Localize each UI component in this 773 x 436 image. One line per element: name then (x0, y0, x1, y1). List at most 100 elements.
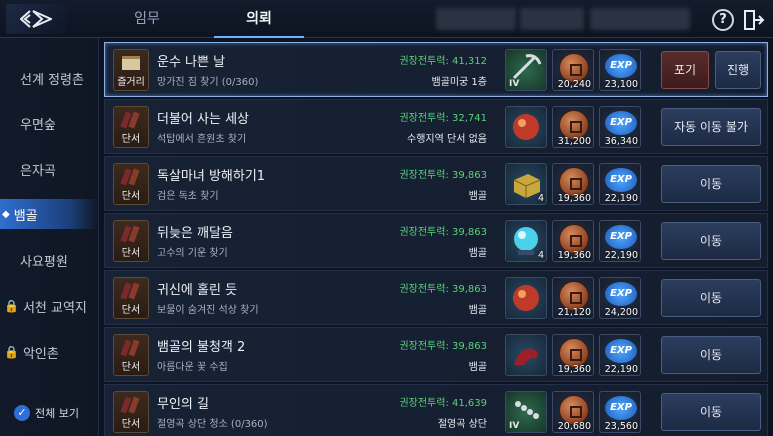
sidebar-item-region-active[interactable]: ◆ 뱀골 (0, 199, 99, 229)
scroll-icon (122, 56, 140, 70)
recommended-power: 권장전투력: 39,863 (399, 341, 487, 352)
clue-scrolls-icon (120, 396, 140, 414)
quest-row[interactable]: 단서 더불어 사는 세상 석탑에서 흔원초 찾기 권장전투력: 32,741 수… (104, 99, 768, 154)
clue-scrolls-icon (120, 225, 140, 243)
reward-coin[interactable]: 31,200 (552, 106, 594, 148)
reward-coin[interactable]: 20,680 (552, 391, 594, 433)
reward-coin[interactable]: 19,360 (552, 163, 594, 205)
move-button[interactable]: 이동 (661, 279, 761, 317)
reward-coin[interactable]: 19,360 (552, 334, 594, 376)
sidebar-item-label: 우면숲 (20, 117, 56, 133)
reward-coin[interactable]: 20,240 (552, 49, 594, 91)
reward-item[interactable]: IV (505, 49, 547, 91)
show-all-toggle[interactable]: ✓ 전체 보기 (14, 405, 79, 421)
sidebar-item-region-locked[interactable]: 🔒 서천 교역지 (0, 291, 99, 321)
reward-item[interactable]: 4 (505, 163, 547, 205)
lock-icon: 🔒 (4, 345, 19, 359)
exp-amount: 22,190 (604, 250, 638, 261)
sidebar-item-region[interactable]: 사요평원 (0, 245, 99, 275)
reward-exp[interactable]: EXP 22,190 (599, 163, 641, 205)
auto-move-unavailable-button[interactable]: 자동 이동 불가 (661, 108, 761, 146)
coin-amount: 19,360 (557, 364, 591, 375)
reward-exp[interactable]: EXP 23,560 (599, 391, 641, 433)
quest-row[interactable]: 단서 독살마녀 방해하기1 검은 독초 찾기 권장전투력: 39,863 뱀골 … (104, 156, 768, 211)
reward-item[interactable] (505, 106, 547, 148)
proceed-button[interactable]: 진행 (715, 51, 761, 89)
red-orb-icon (513, 114, 539, 140)
quest-title: 무인의 길 (157, 397, 209, 412)
tab-mission[interactable]: 임무 (102, 0, 192, 38)
quest-row-selected[interactable]: 즐거리 운수 나쁜 날 망가진 짐 찾기 (0/360) 권장전투력: 41,3… (104, 42, 768, 97)
reward-exp[interactable]: EXP 22,190 (599, 220, 641, 262)
quest-type-label: 단서 (121, 419, 141, 430)
exit-button[interactable] (743, 9, 765, 31)
quest-type-label: 단서 (121, 134, 141, 145)
quest-title: 뒤늦은 깨달음 (157, 226, 233, 241)
reward-item[interactable] (505, 277, 547, 319)
recommended-power: 권장전투력: 39,863 (399, 227, 487, 238)
quest-row[interactable]: 단서 뒤늦은 깨달음 고수의 기운 찾기 권장전투력: 39,863 뱀골 4 … (104, 213, 768, 268)
quest-row[interactable]: 단서 무인의 길 절영곡 상단 청소 (0/360) 권장전투력: 41,639… (104, 384, 768, 436)
quest-type-label: 단서 (121, 191, 141, 202)
exp-icon: EXP (605, 54, 637, 78)
reward-coin[interactable]: 21,120 (552, 277, 594, 319)
sidebar-item-region-locked[interactable]: 🔒 악인촌 (0, 337, 99, 367)
quest-objective: 석탑에서 흔원초 찾기 (157, 134, 247, 145)
back-logo-button[interactable] (6, 4, 66, 34)
exp-amount: 22,190 (604, 364, 638, 375)
recommended-power: 권장전투력: 41,639 (399, 398, 487, 409)
reward-exp[interactable]: EXP 24,200 (599, 277, 641, 319)
exp-icon: EXP (605, 225, 637, 249)
reward-tier: IV (509, 79, 520, 89)
recommended-power: 권장전투력: 39,863 (399, 284, 487, 295)
quest-type-icon: 단서 (113, 106, 149, 148)
coin-amount: 19,360 (557, 250, 591, 261)
quest-row[interactable]: 단서 뱀골의 불청객 2 아름다운 꽃 수집 권장전투력: 39,863 뱀골 … (104, 327, 768, 382)
reward-item[interactable] (505, 334, 547, 376)
quest-objective: 망가진 짐 찾기 (0/360) (157, 77, 259, 88)
quest-type-icon: 단서 (113, 220, 149, 262)
reward-tier: IV (509, 421, 520, 431)
sidebar-item-region[interactable]: 우면숲 (0, 108, 99, 138)
move-button[interactable]: 이동 (661, 165, 761, 203)
reward-item[interactable]: 4 (505, 220, 547, 262)
show-all-label: 전체 보기 (35, 407, 79, 420)
quest-type-icon: 단서 (113, 391, 149, 433)
give-up-button[interactable]: 포기 (661, 51, 709, 89)
exp-icon: EXP (605, 339, 637, 363)
quest-type-label: 단서 (121, 305, 141, 316)
quest-objective: 고수의 기운 찾기 (157, 248, 228, 259)
move-button[interactable]: 이동 (661, 222, 761, 260)
reward-exp[interactable]: EXP 22,190 (599, 334, 641, 376)
sidebar-item-region[interactable]: 은자곡 (0, 154, 99, 184)
exp-icon: EXP (605, 282, 637, 306)
reward-item[interactable]: IV (505, 391, 547, 433)
sidebar-item-label: 서천 교역지 (22, 300, 87, 316)
recommended-power: 권장전투력: 32,741 (399, 113, 487, 124)
sidebar-item-label: 뱀골 (13, 208, 38, 224)
top-bar: 임무 의뢰 ? (0, 0, 773, 38)
quest-title: 더불어 사는 세상 (157, 112, 249, 127)
help-button[interactable]: ? (712, 9, 734, 31)
quest-title: 운수 나쁜 날 (157, 55, 226, 70)
move-button[interactable]: 이동 (661, 336, 761, 374)
quest-location: 수행지역 단서 없음 (407, 134, 487, 145)
sidebar-item-region[interactable]: 선계 정령촌 (0, 63, 99, 93)
quest-objective: 검은 독초 찾기 (157, 191, 219, 202)
reward-coin[interactable]: 19,360 (552, 220, 594, 262)
quest-objective: 아름다운 꽃 수집 (157, 362, 228, 373)
quest-row[interactable]: 단서 귀신에 홀린 듯 보물이 숨겨진 석상 찾기 권장전투력: 39,863 … (104, 270, 768, 325)
lock-icon: 🔒 (4, 299, 19, 313)
reward-exp[interactable]: EXP 36,340 (599, 106, 641, 148)
reward-exp[interactable]: EXP 23,100 (599, 49, 641, 91)
tab-request[interactable]: 의뢰 (214, 0, 304, 38)
exit-icon (744, 10, 765, 30)
quest-location: 절영곡 상단 (437, 419, 487, 430)
quest-type-label: 즐거리 (117, 77, 145, 88)
sidebar-item-label: 사요평원 (20, 254, 68, 270)
reward-item-count: 4 (537, 250, 544, 261)
recommended-power: 권장전투력: 41,312 (399, 56, 487, 67)
move-button[interactable]: 이동 (661, 393, 761, 431)
clue-scrolls-icon (120, 168, 140, 186)
checkbox-checked-icon: ✓ (14, 405, 30, 421)
